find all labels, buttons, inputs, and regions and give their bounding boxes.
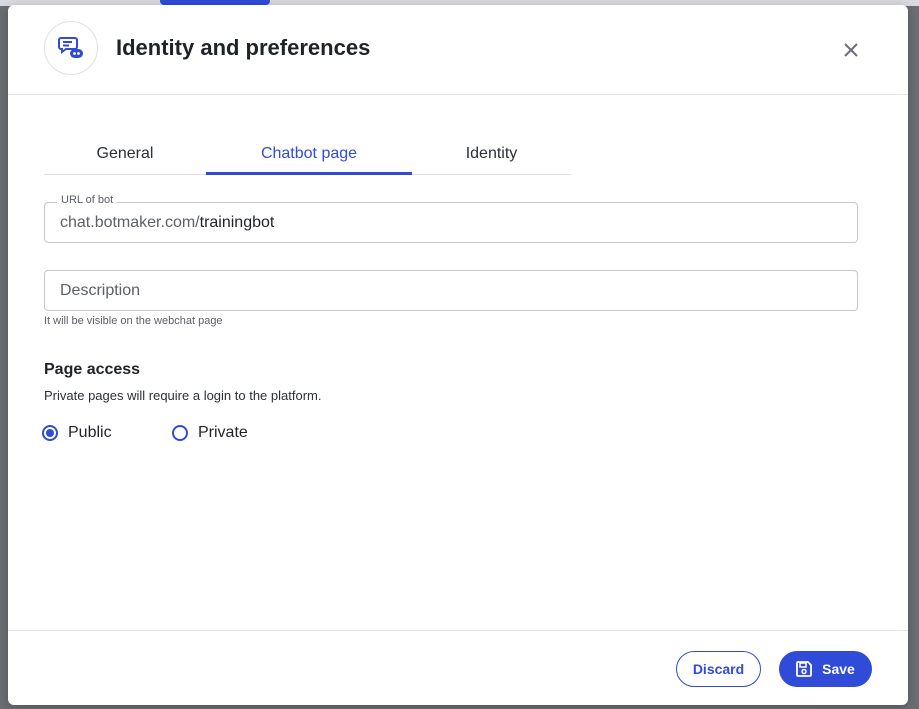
tab-chatbot-page[interactable]: Chatbot page (206, 133, 412, 175)
url-field[interactable]: URL of bot chat.botmaker.com/trainingbot (44, 194, 858, 243)
description-helper-text: It will be visible on the webchat page (44, 315, 223, 327)
url-field-label: URL of bot (57, 194, 118, 206)
url-value: trainingbot (199, 214, 275, 231)
tab-bar: General Chatbot page Identity (44, 133, 571, 175)
radio-private[interactable]: Private (172, 423, 248, 443)
radio-public-circle[interactable] (42, 425, 58, 441)
tab-identity[interactable]: Identity (412, 133, 571, 175)
discard-button[interactable]: Discard (676, 651, 761, 687)
close-button[interactable] (838, 37, 864, 63)
page-access-subtitle: Private pages will require a login to th… (44, 388, 322, 403)
radio-private-circle[interactable] (172, 425, 188, 441)
chat-bot-icon (44, 21, 98, 75)
radio-private-label: Private (198, 424, 248, 441)
url-prefix: chat.botmaker.com/ (60, 214, 200, 231)
dialog-footer: Discard Save (8, 630, 908, 705)
save-button[interactable]: Save (779, 651, 872, 687)
description-placeholder: Description (60, 282, 141, 299)
dialog-title: Identity and preferences (116, 35, 371, 60)
save-button-label: Save (822, 661, 855, 677)
identity-preferences-dialog: Identity and preferences General Chatbot… (8, 5, 908, 705)
active-tab-indicator (206, 172, 412, 175)
dialog-header: Identity and preferences (8, 5, 908, 95)
close-icon (844, 43, 858, 57)
save-icon (796, 661, 813, 677)
description-field[interactable]: Description (44, 270, 858, 311)
radio-public-label: Public (68, 424, 112, 441)
page-access-title: Page access (44, 361, 141, 378)
url-field-text: chat.botmaker.com/trainingbot (60, 214, 274, 232)
radio-public[interactable]: Public (42, 423, 112, 443)
tab-general[interactable]: General (44, 133, 206, 175)
